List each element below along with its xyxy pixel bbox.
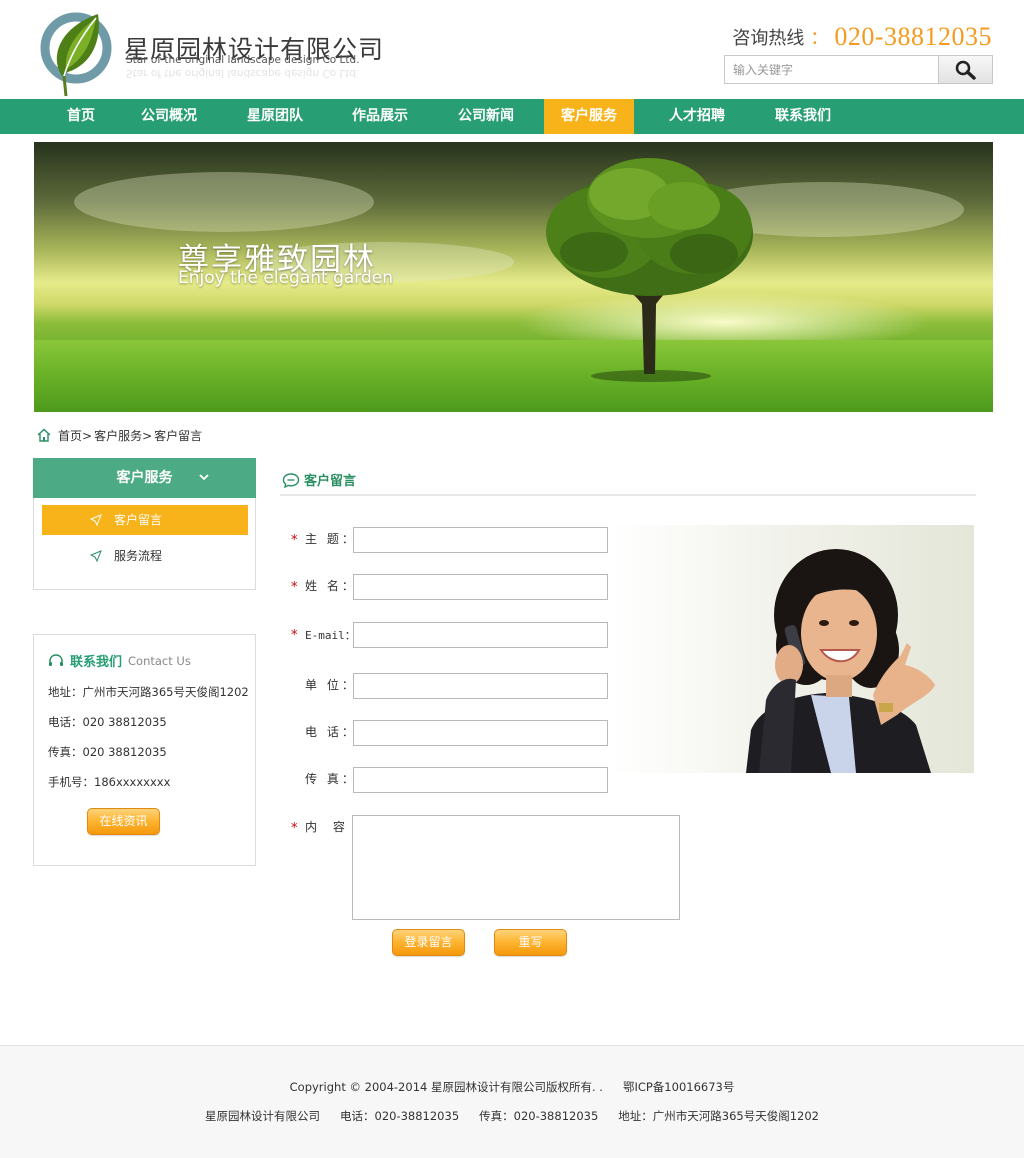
customer-service-photo (611, 525, 974, 773)
required-mark: * (291, 628, 298, 643)
contact-address: 地址：广州市天河路365号天俊阁1202 (48, 685, 249, 699)
chat-bubble-icon (282, 472, 300, 488)
arrow-icon (90, 514, 102, 526)
hotline: 咨询热线： 020-38812035 (732, 22, 992, 52)
header: 星原园林设计有限公司 Star of the original landscap… (0, 0, 1024, 100)
footer-copyright-line: Copyright © 2004-2014 星原园林设计有限公司版权所有. . 鄂… (0, 1079, 1024, 1095)
footer-icp[interactable]: 鄂ICP备10016673号 (623, 1080, 734, 1094)
breadcrumb-home[interactable]: 首页> (58, 427, 92, 444)
breadcrumb-service[interactable]: 客户服务> (94, 427, 152, 444)
phone-input[interactable] (353, 720, 608, 746)
company-label: 单 位： (305, 678, 357, 692)
subject-label: 主 题： (305, 532, 357, 546)
fax-input[interactable] (353, 767, 608, 793)
company-logo[interactable]: 星原园林设计有限公司 Star of the original landscap… (40, 6, 383, 98)
search-icon (955, 60, 976, 80)
nav-item-service[interactable]: 客户服务 (544, 99, 634, 134)
section-title-text: 客户留言 (304, 474, 357, 489)
nav-item-contact[interactable]: 联系我们 (758, 99, 848, 134)
nav-item-works[interactable]: 作品展示 (335, 99, 425, 134)
banner-grass-field (34, 340, 993, 412)
submit-message-button[interactable]: 登录留言 (392, 929, 465, 956)
online-consult-button[interactable]: 在线资讯 (87, 808, 160, 835)
sidebar-item-process[interactable]: 服务流程 (42, 541, 248, 571)
contact-title-en: Contact Us (128, 653, 191, 668)
main-nav: 首页 公司概况 星原团队 作品展示 公司新闻 客户服务 人才招聘 联系我们 (0, 99, 1024, 134)
tree-image (546, 158, 753, 382)
breadcrumb-current: 客户留言 (154, 428, 203, 443)
email-label: E-mail： (305, 629, 356, 642)
fax-label: 传 真： (305, 772, 357, 786)
contact-fax: 传真：020 38812035 (48, 745, 167, 759)
footer-contact-line: 星原园林设计有限公司 电话：020-38812035 传真：020-38812035… (0, 1108, 1024, 1124)
arrow-icon (90, 550, 102, 562)
hotline-number: 020-38812035 (834, 22, 992, 51)
email-input[interactable] (353, 622, 608, 648)
banner-cloud (74, 172, 374, 232)
woman-on-phone-image (611, 525, 974, 773)
banner-subtitle: Enjoy the elegant garden (178, 268, 394, 288)
footer-address: 地址：广州市天河路365号天俊阁1202 (618, 1109, 819, 1123)
company-input[interactable] (353, 673, 608, 699)
search-box (724, 55, 993, 84)
nav-item-news[interactable]: 公司新闻 (441, 99, 531, 134)
name-input[interactable] (353, 574, 608, 600)
required-mark: * (291, 821, 298, 836)
company-name-en-reflection: Star of the original landscape design Co… (126, 67, 360, 79)
chevron-down-icon (199, 474, 209, 481)
section-divider (280, 494, 976, 496)
search-input[interactable] (725, 56, 939, 83)
contact-title-cn: 联系我们 (70, 655, 123, 670)
content-textarea[interactable] (352, 815, 680, 920)
name-label: 姓 名： (305, 579, 357, 593)
hotline-label: 咨询热线 (732, 28, 805, 49)
headset-icon (49, 653, 63, 666)
sidebar-item-label: 服务流程 (114, 549, 163, 563)
footer-copyright: Copyright © 2004-2014 星原园林设计有限公司版权所有. . (289, 1080, 603, 1094)
breadcrumb: 首页> 客户服务> 客户留言 (36, 426, 204, 444)
required-mark: * (291, 533, 298, 548)
phone-label: 电 话： (305, 725, 357, 739)
content-label: 内 容 (305, 820, 351, 834)
required-mark: * (291, 580, 298, 595)
subject-input[interactable] (353, 527, 608, 553)
footer-company: 星原园林设计有限公司 (205, 1109, 320, 1123)
search-button[interactable] (938, 56, 992, 83)
home-icon (37, 428, 51, 442)
contact-mobile: 手机号：186xxxxxxxx (48, 775, 171, 789)
section-title: 客户留言 (282, 470, 356, 489)
contact-title: 联系我们 Contact Us (48, 651, 191, 670)
sidebar-service-menu: 客户服务 客户留言 服务流程 (33, 458, 256, 590)
sidebar-header[interactable]: 客户服务 (33, 458, 256, 498)
company-name-en: Star of the original landscape design Co… (126, 54, 360, 66)
reset-button[interactable]: 重写 (494, 929, 567, 956)
nav-item-jobs[interactable]: 人才招聘 (652, 99, 742, 134)
contact-phone: 电话：020 38812035 (48, 715, 167, 729)
nav-item-home[interactable]: 首页 (34, 99, 128, 134)
hotline-colon: ： (810, 28, 829, 49)
footer: Copyright © 2004-2014 星原园林设计有限公司版权所有. . 鄂… (0, 1045, 1024, 1158)
nav-item-team[interactable]: 星原团队 (230, 99, 320, 134)
sidebar-item-message[interactable]: 客户留言 (42, 505, 248, 535)
footer-fax: 传真：020-38812035 (479, 1109, 599, 1123)
banner: 尊享雅致园林 Enjoy the elegant garden (34, 142, 993, 412)
footer-phone: 电话：020-38812035 (340, 1109, 460, 1123)
leaf-logo-icon (40, 12, 112, 97)
contact-panel: 联系我们 Contact Us 地址：广州市天河路365号天俊阁1202 电话：0… (33, 634, 256, 866)
nav-item-about[interactable]: 公司概况 (124, 99, 214, 134)
sidebar-title: 客户服务 (116, 470, 173, 486)
sidebar-item-label: 客户留言 (114, 513, 163, 527)
